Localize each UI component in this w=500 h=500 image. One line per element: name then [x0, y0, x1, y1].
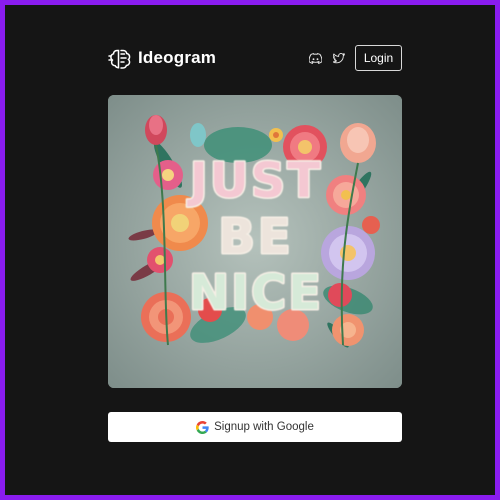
artwork-line-3: NICE	[189, 265, 323, 321]
google-icon	[196, 420, 209, 434]
brand-name: Ideogram	[138, 48, 217, 67]
app-frame: Ideogram Login JUST BE NICE Signup with …	[5, 5, 495, 495]
signup-google-label: Signup with Google	[214, 421, 314, 433]
twitter-link[interactable]	[331, 50, 347, 66]
artwork-line-1: JUST	[187, 153, 322, 209]
brain-icon	[108, 49, 131, 69]
header: Ideogram Login	[108, 45, 402, 71]
signup-google-button[interactable]: Signup with Google	[108, 412, 402, 442]
artwork-line-2: BE	[218, 209, 293, 265]
discord-link[interactable]	[307, 50, 323, 66]
login-button[interactable]: Login	[355, 45, 402, 71]
hero-artwork: JUST BE NICE	[108, 95, 402, 388]
brand-logo[interactable]: Ideogram	[108, 45, 216, 71]
twitter-icon	[333, 52, 345, 63]
artwork-image: JUST BE NICE	[108, 95, 402, 388]
discord-icon	[308, 52, 322, 64]
